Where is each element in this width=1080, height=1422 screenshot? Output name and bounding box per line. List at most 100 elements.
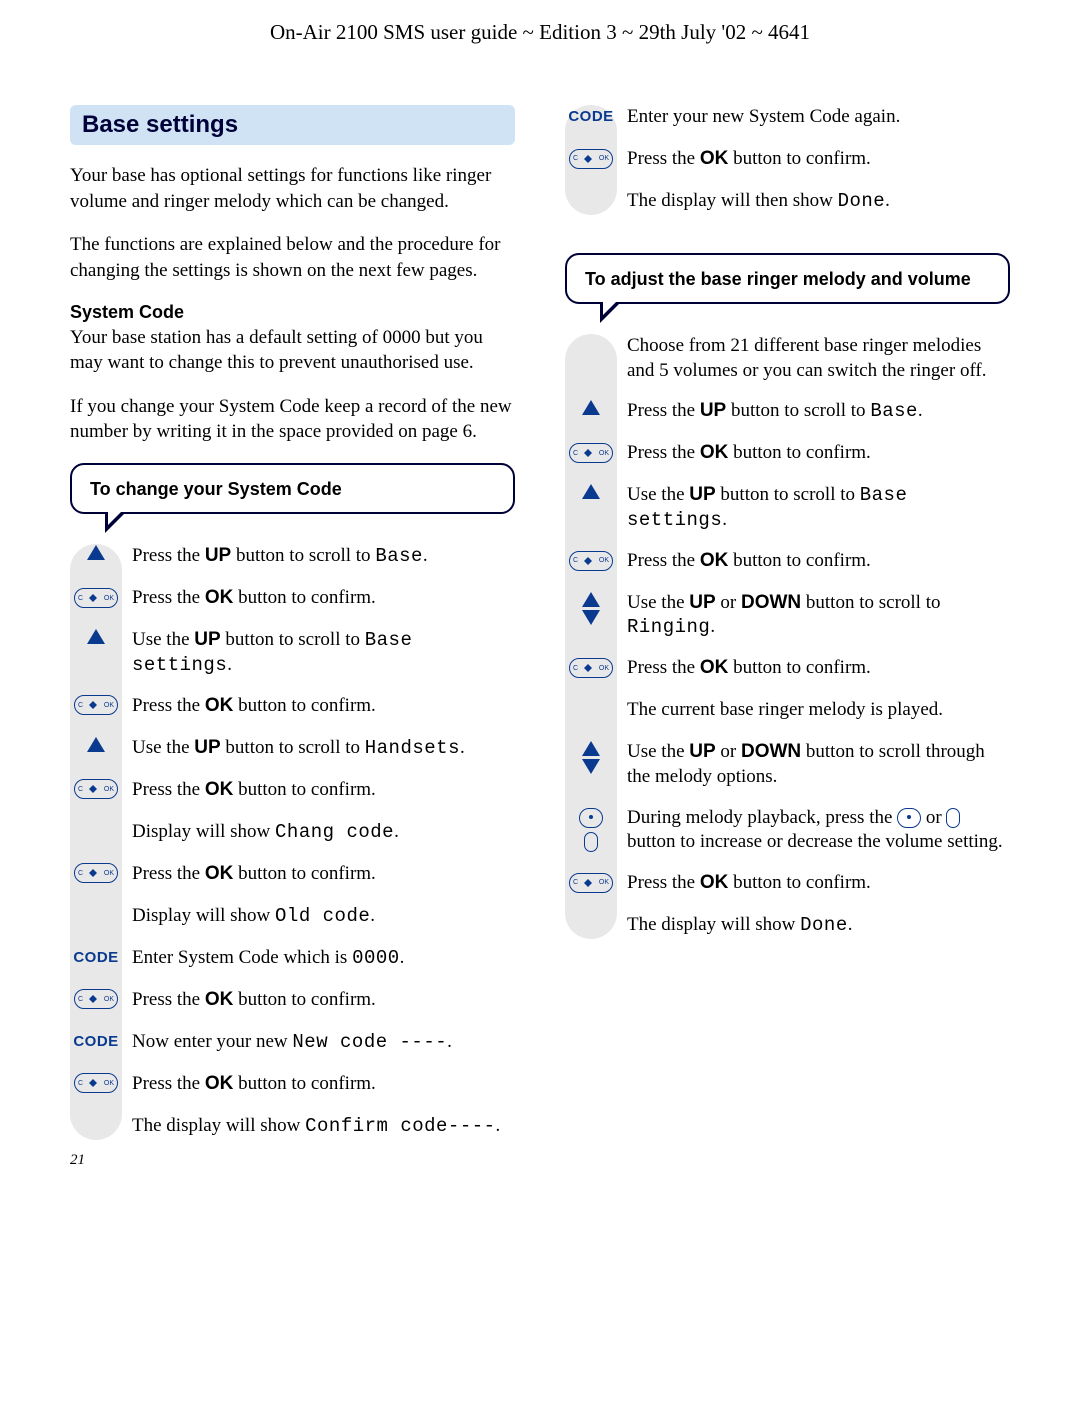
step-mono: Done (800, 914, 848, 936)
step-text: . (227, 654, 232, 675)
step-mono: Base (375, 545, 423, 567)
step-text: button to scroll to (221, 737, 365, 758)
step-text: Display will show (132, 905, 275, 926)
step-row: Use the UP or DOWN button to scroll to R… (627, 591, 1010, 640)
step-text: Press the (132, 545, 205, 566)
step-text: button to confirm. (233, 989, 375, 1010)
intro-paragraph-1: Your base has optional settings for func… (70, 163, 515, 214)
up-down-arrow-icon (565, 591, 617, 625)
step-text: button to scroll to (801, 592, 940, 613)
up-down-arrow-icon (565, 740, 617, 774)
step-bold: DOWN (741, 741, 801, 762)
step-row: Use the UP or DOWN button to scroll thro… (627, 740, 1010, 789)
step-bold: UP (194, 737, 220, 758)
step-row: During melody playback, press the or but… (627, 806, 1010, 855)
step-text: Press the (132, 1073, 205, 1094)
step-bold: OK (700, 442, 729, 463)
step-bold: OK (700, 148, 729, 169)
step-row: The display will show Confirm code----. (132, 1114, 515, 1140)
step-bold: OK (700, 550, 729, 571)
ok-button-icon: COK (565, 656, 617, 678)
step-text: button to confirm. (233, 695, 375, 716)
step-row: CODE Enter System Code which is 0000. (132, 946, 515, 972)
step-mono: Ringing (627, 616, 710, 638)
step-row: COK Press the OK button to confirm. (627, 549, 1010, 575)
step-text: Press the (627, 148, 700, 169)
step-text: . (885, 190, 890, 211)
step-bold: OK (205, 695, 234, 716)
step-text: button to confirm. (728, 550, 870, 571)
single-dot-button-icon (897, 808, 921, 828)
ok-button-icon: COK (565, 441, 617, 463)
step-text: The current base ringer melody is played… (627, 698, 943, 723)
step-text: Press the (627, 400, 700, 421)
step-row: COK Press the OK button to confirm. (132, 988, 515, 1014)
step-text: Use the (627, 592, 689, 613)
step-bold: DOWN (741, 592, 801, 613)
step-text: Press the (132, 587, 205, 608)
subhead-system-code: System Code (70, 302, 515, 323)
step-row: COK Press the OK button to confirm. (132, 778, 515, 804)
step-text: Choose from 21 different base ringer mel… (627, 334, 1010, 383)
step-text: . (722, 509, 727, 530)
step-text: . (447, 1031, 452, 1052)
triple-dot-button-icon (946, 808, 960, 828)
step-bold: OK (205, 989, 234, 1010)
step-text: The display will show (132, 1115, 305, 1136)
step-mono: 0000 (352, 947, 400, 969)
step-text: Press the (132, 695, 205, 716)
step-mono: Handsets (365, 737, 460, 759)
step-text: Press the (627, 442, 700, 463)
step-bold: OK (205, 779, 234, 800)
step-text: Use the (627, 741, 689, 762)
step-text: The display will show (627, 914, 800, 935)
step-text: button to confirm. (728, 442, 870, 463)
code-label-icon: CODE (565, 105, 617, 126)
step-text: . (423, 545, 428, 566)
step-text: Press the (627, 550, 700, 571)
step-row: COK Press the OK button to confirm. (132, 694, 515, 720)
step-row: Press the UP button to scroll to Base. (627, 399, 1010, 425)
step-row: COK Press the OK button to confirm. (627, 656, 1010, 682)
step-text: . (496, 1115, 501, 1136)
step-text: button to scroll to (231, 545, 375, 566)
step-bold: OK (205, 1073, 234, 1094)
step-text: The display will then show (627, 190, 838, 211)
step-text: Press the (627, 872, 700, 893)
step-row: Use the UP button to scroll to Base sett… (627, 483, 1010, 532)
step-bold: OK (700, 872, 729, 893)
step-text: . (400, 947, 405, 968)
step-text: Press the (627, 657, 700, 678)
step-text: button to increase or decrease the volum… (627, 831, 1003, 852)
step-row: CODE Enter your new System Code again. (627, 105, 1010, 131)
step-row: COK Press the OK button to confirm. (627, 147, 1010, 173)
ok-button-icon: COK (70, 988, 122, 1010)
step-bold: UP (700, 400, 726, 421)
page-number: 21 (70, 1152, 515, 1169)
step-text: . (710, 616, 715, 637)
step-row: The display will show Done. (627, 913, 1010, 939)
step-bold: UP (689, 484, 715, 505)
step-row: Press the UP button to scroll to Base. (132, 544, 515, 570)
step-row: COK Press the OK button to confirm. (132, 586, 515, 612)
callout-change-system-code: To change your System Code (70, 463, 515, 514)
ok-button-icon: COK (70, 1072, 122, 1094)
step-text: . (394, 821, 399, 842)
step-text: Now enter your new (132, 1031, 292, 1052)
step-text: button to confirm. (728, 657, 870, 678)
up-arrow-icon (565, 483, 617, 504)
step-text: or (716, 741, 741, 762)
up-arrow-icon (70, 628, 122, 649)
step-bold: OK (700, 657, 729, 678)
callout-tail-icon (600, 303, 620, 323)
system-code-p2: If you change your System Code keep a re… (70, 394, 515, 445)
code-label-icon: CODE (70, 1030, 122, 1051)
step-text: button to confirm. (233, 1073, 375, 1094)
step-row: COK Press the OK button to confirm. (132, 862, 515, 888)
step-mono: Done (838, 190, 886, 212)
step-row: Use the UP button to scroll to Handsets. (132, 736, 515, 762)
page-header: On-Air 2100 SMS user guide ~ Edition 3 ~… (70, 20, 1010, 45)
step-text: . (460, 737, 465, 758)
callout-tail-icon (105, 513, 125, 533)
step-text: . (918, 400, 923, 421)
